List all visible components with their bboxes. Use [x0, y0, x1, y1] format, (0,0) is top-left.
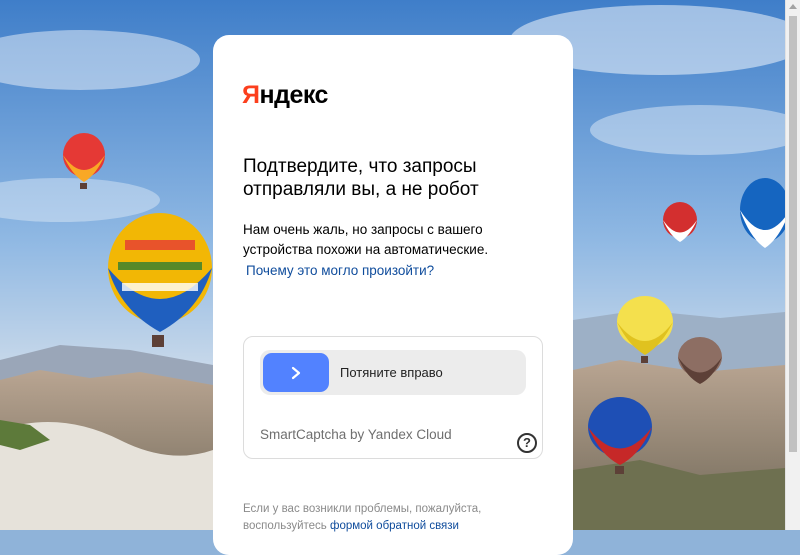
description-text: Нам очень жаль, но запросы с вашего устр…	[243, 222, 489, 257]
feedback-link[interactable]: формой обратной связи	[330, 520, 459, 532]
yandex-logo: Яндекс	[242, 81, 328, 109]
chevron-right-icon	[291, 366, 301, 379]
help-circle-icon[interactable]: ?	[517, 433, 537, 453]
captcha-brand: SmartCaptcha by Yandex Cloud	[260, 427, 452, 442]
slider-handle[interactable]	[263, 353, 329, 392]
scrollbar[interactable]	[785, 0, 800, 530]
slider-label: Потяните вправо	[340, 365, 443, 380]
captcha-card: Яндекс Подтвердите, что запросы отправля…	[213, 35, 573, 555]
smartcaptcha-widget: Потяните вправо SmartCaptcha by Yandex C…	[243, 336, 543, 459]
scroll-thumb[interactable]	[789, 16, 797, 452]
page-title: Подтвердите, что запросы отправляли вы, …	[243, 156, 479, 200]
scroll-up-arrow-icon[interactable]	[789, 4, 797, 9]
slider-track[interactable]: Потяните вправо	[260, 350, 526, 395]
why-link[interactable]: Почему это могло произойти?	[246, 261, 434, 281]
